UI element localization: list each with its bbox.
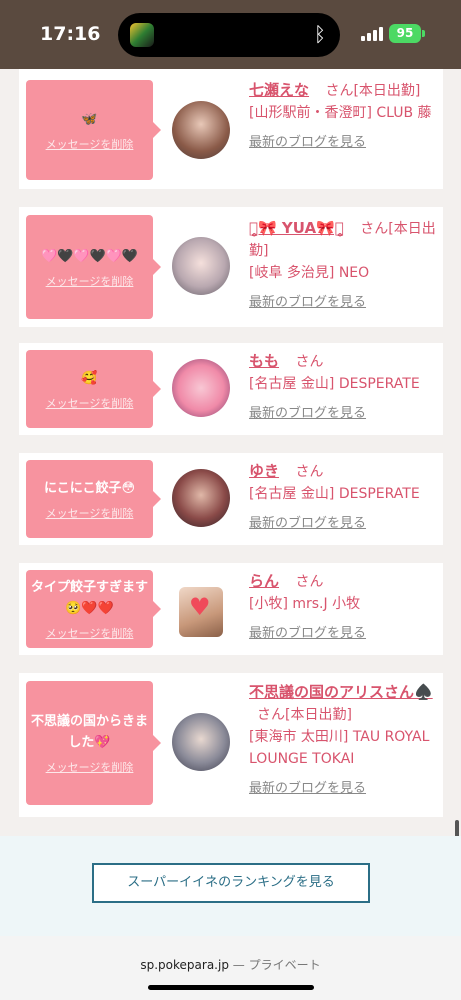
battery-tip: [422, 30, 425, 37]
message-text: タイプ餃子すぎます🥺❤️❤️: [31, 580, 149, 616]
message-bubble: にこにこ餃子😳 メッセージを削除: [26, 460, 161, 538]
shop-name: [東海市 太田川] TAU ROYAL LOUNGE TOKAI: [249, 729, 430, 767]
attendance-label: [本日出勤]: [285, 707, 352, 723]
cast-name-link[interactable]: 七瀬えな: [249, 81, 309, 99]
honorific: さん: [325, 83, 354, 99]
message-card: タイプ餃子すぎます🥺❤️❤️ メッセージを削除 ♥ らん さん [小牧] mrs…: [19, 563, 443, 655]
home-indicator[interactable]: [148, 985, 314, 990]
cast-info: 七瀬えな さん[本日出勤] [山形駅前・香澄町] CLUB 藤 最新のブログを見…: [249, 79, 439, 154]
honorific: さん: [295, 354, 324, 370]
bluetooth-icon: ᛒ: [314, 22, 326, 46]
delete-message-link[interactable]: メッセージを削除: [46, 395, 134, 411]
cast-name-link[interactable]: ゆき: [249, 462, 279, 480]
avatar[interactable]: [172, 359, 230, 417]
message-bubble: 🥰 メッセージを削除: [26, 350, 161, 428]
avatar[interactable]: [172, 237, 230, 295]
cast-name-link[interactable]: もも: [249, 352, 279, 370]
delete-message-link[interactable]: メッセージを削除: [46, 273, 134, 289]
honorific: さん: [257, 707, 285, 723]
cast-info: ꪔ̤̥🎀 YUA🎀ꪔ̤̥ さん[本日出勤] [岐阜 多治見] NEO 最新のブロ…: [249, 217, 439, 314]
battery-icon: 95: [389, 24, 421, 43]
message-text: 🥰: [81, 370, 98, 386]
shop-name: [岐阜 多治見] NEO: [249, 265, 370, 281]
message-card: にこにこ餃子😳 メッセージを削除 ゆき さん [名古屋 金山] DESPERAT…: [19, 453, 443, 545]
cast-name-link[interactable]: 不思議の国のアリスさん♠️: [249, 683, 433, 701]
honorific: さん: [295, 464, 324, 480]
honorific: さん: [360, 221, 389, 237]
url-domain: sp.pokepara.jp: [140, 958, 229, 972]
message-text: 🩷🖤🩷🖤🩷🖤: [40, 248, 139, 264]
shop-name: [山形駅前・香澄町] CLUB 藤: [249, 105, 432, 121]
message-text: 不思議の国からきました💖: [31, 714, 149, 750]
blog-link[interactable]: 最新のブログを見る: [249, 623, 439, 645]
ranking-section: スーパーイイネのランキングを見る: [0, 836, 461, 936]
cellular-signal-icon: [361, 27, 383, 41]
app-icon: [130, 23, 154, 47]
cast-info: もも さん [名古屋 金山] DESPERATE 最新のブログを見る: [249, 350, 439, 425]
delete-message-link[interactable]: メッセージを削除: [46, 505, 134, 521]
message-list: 🦋 メッセージを削除 七瀬えな さん[本日出勤] [山形駅前・香澄町] CLUB…: [0, 69, 461, 836]
status-time: 17:16: [40, 23, 101, 45]
cast-info: ゆき さん [名古屋 金山] DESPERATE 最新のブログを見る: [249, 460, 439, 535]
heart-icon: ♥: [189, 593, 211, 621]
dynamic-island: ᛒ: [118, 13, 340, 57]
shop-name: [小牧] mrs.J 小牧: [249, 596, 361, 612]
message-card: 🥰 メッセージを削除 もも さん [名古屋 金山] DESPERATE 最新のブ…: [19, 343, 443, 435]
blog-link[interactable]: 最新のブログを見る: [249, 403, 439, 425]
message-card: 不思議の国からきました💖 メッセージを削除 不思議の国のアリスさん♠️ さん[本…: [19, 673, 443, 817]
shop-name: [名古屋 金山] DESPERATE: [249, 486, 420, 502]
delete-message-link[interactable]: メッセージを削除: [46, 759, 134, 775]
avatar[interactable]: [172, 101, 230, 159]
delete-message-link[interactable]: メッセージを削除: [46, 625, 134, 641]
message-text: 🦋: [81, 111, 98, 127]
delete-message-link[interactable]: メッセージを削除: [46, 136, 134, 152]
blog-link[interactable]: 最新のブログを見る: [249, 513, 439, 535]
cast-info: らん さん [小牧] mrs.J 小牧 最新のブログを見る: [249, 570, 439, 645]
avatar[interactable]: [172, 713, 230, 771]
message-bubble: タイプ餃子すぎます🥺❤️❤️ メッセージを削除: [26, 570, 161, 648]
private-mode-label: プライベート: [248, 958, 321, 972]
message-bubble: 不思議の国からきました💖 メッセージを削除: [26, 681, 161, 805]
blog-link[interactable]: 最新のブログを見る: [249, 292, 439, 314]
url-separator: —: [228, 958, 249, 972]
browser-url-bar[interactable]: sp.pokepara.jp — プライベート: [0, 936, 461, 1000]
status-bar: 17:16 ᛒ 95: [0, 0, 461, 69]
avatar[interactable]: [172, 469, 230, 527]
message-card: 🩷🖤🩷🖤🩷🖤 メッセージを削除 ꪔ̤̥🎀 YUA🎀ꪔ̤̥ さん[本日出勤] [岐…: [19, 207, 443, 327]
message-text: にこにこ餃子😳: [43, 480, 136, 496]
cast-info: 不思議の国のアリスさん♠️ さん[本日出勤] [東海市 太田川] TAU ROY…: [249, 681, 439, 800]
shop-name: [名古屋 金山] DESPERATE: [249, 376, 420, 392]
url-text[interactable]: sp.pokepara.jp — プライベート: [0, 956, 461, 973]
avatar[interactable]: ♥: [179, 587, 223, 637]
attendance-label: [本日出勤]: [353, 83, 421, 99]
honorific: さん: [295, 574, 324, 590]
super-like-ranking-button[interactable]: スーパーイイネのランキングを見る: [92, 863, 370, 903]
blog-link[interactable]: 最新のブログを見る: [249, 132, 439, 154]
blog-link[interactable]: 最新のブログを見る: [249, 778, 439, 800]
cast-name-link[interactable]: らん: [249, 572, 279, 590]
cast-name-link[interactable]: ꪔ̤̥🎀 YUA🎀ꪔ̤̥: [249, 219, 344, 237]
message-bubble: 🦋 メッセージを削除: [26, 80, 161, 180]
message-bubble: 🩷🖤🩷🖤🩷🖤 メッセージを削除: [26, 215, 161, 319]
message-card: 🦋 メッセージを削除 七瀬えな さん[本日出勤] [山形駅前・香澄町] CLUB…: [19, 69, 443, 189]
